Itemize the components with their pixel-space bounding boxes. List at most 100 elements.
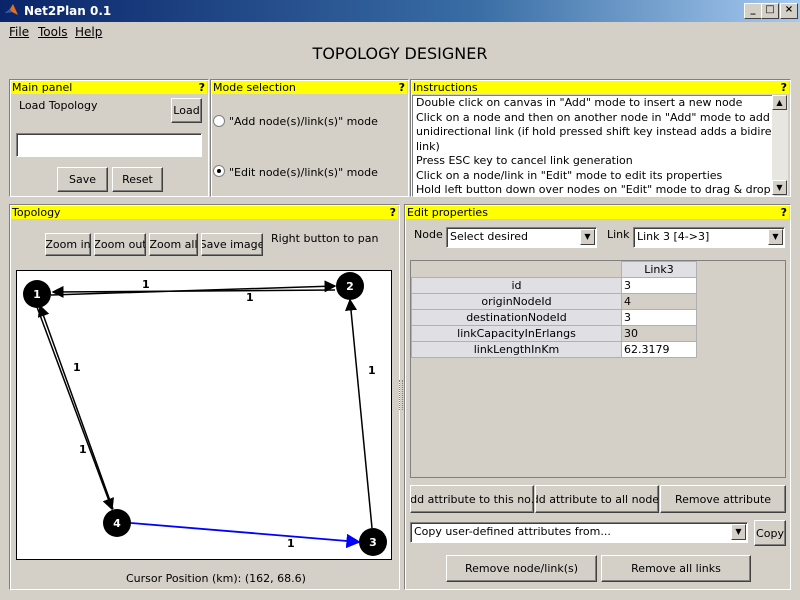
instructions-scrollbar[interactable]: ▲ ▼ — [772, 95, 788, 195]
save-button[interactable]: Save — [57, 167, 108, 192]
row-header: id — [411, 277, 622, 294]
help-icon[interactable]: ? — [390, 206, 396, 219]
table-row: id 3 — [411, 277, 697, 294]
load-button[interactable]: Load — [171, 98, 202, 123]
instructions-header: Instructions? — [412, 81, 789, 94]
corner-cell — [411, 261, 622, 278]
link-label: 1 — [73, 361, 81, 374]
reset-button[interactable]: Reset — [112, 167, 163, 192]
instruction-line: Double click on canvas in "Add" mode to … — [416, 96, 743, 109]
node-label: Node — [414, 228, 443, 241]
node-label: 1 — [33, 288, 41, 301]
window-title: Net2Plan 0.1 — [24, 4, 112, 18]
table-row: originNodeId 4 — [411, 293, 697, 310]
node-select[interactable]: Select desired ▼ — [446, 227, 597, 248]
link-select-value: Link 3 [4->3] — [637, 230, 710, 243]
maximize-button[interactable]: □ — [761, 3, 779, 19]
remove-all-links-button[interactable]: Remove all links — [601, 555, 751, 582]
cursor-position: Cursor Position (km): (162, 68.6) — [126, 572, 306, 585]
table-row: linkLengthInKm 62.3179 — [411, 341, 697, 358]
node-select-value: Select desired — [450, 230, 528, 243]
instruction-line: unidirectional link (if hold pressed shi… — [416, 125, 774, 138]
menu-help[interactable]: Help — [75, 25, 102, 39]
instruction-line: Press ESC key to cancel link generation — [416, 154, 633, 167]
matlab-logo-icon — [5, 4, 18, 15]
pan-hint: Right button to pan — [271, 232, 379, 245]
title-bar: Net2Plan 0.1 _ □ × — [0, 0, 800, 22]
link-label: Link — [607, 228, 630, 241]
add-mode-radio[interactable] — [213, 115, 225, 127]
scroll-up-icon[interactable]: ▲ — [772, 95, 787, 110]
mode-selection-header: Mode selection? — [212, 81, 407, 94]
link-label: 1 — [79, 443, 87, 456]
remove-node-link-button[interactable]: Remove node/link(s) — [446, 555, 597, 582]
save-image-button[interactable]: Save image — [201, 233, 263, 256]
load-topology-label: Load Topology — [19, 99, 98, 112]
copy-button[interactable]: Copy — [754, 520, 786, 546]
instruction-line: Hold left button down over nodes on "Edi… — [416, 183, 774, 196]
link-1-4[interactable] — [36, 306, 114, 511]
link-label: 1 — [287, 537, 295, 550]
zoom-out-button[interactable]: Zoom out — [94, 233, 146, 256]
cell-value[interactable]: 4 — [621, 293, 697, 310]
topology-header: Topology? — [11, 206, 398, 219]
chevron-down-icon[interactable]: ▼ — [731, 524, 746, 540]
table-row: destinationNodeId 3 — [411, 309, 697, 326]
column-header: Link3 — [621, 261, 697, 278]
help-icon[interactable]: ? — [399, 81, 405, 94]
mode-selection-panel: Mode selection? — [210, 79, 409, 197]
link-label: 1 — [246, 291, 254, 304]
cell-value[interactable]: 3 — [621, 277, 697, 294]
zoom-all-button[interactable]: Zoom all — [149, 233, 198, 256]
help-icon[interactable]: ? — [781, 81, 787, 94]
node-label: 4 — [113, 517, 121, 530]
table-row: linkCapacityInErlangs 30 — [411, 325, 697, 342]
instructions-text: Double click on canvas in "Add" mode to … — [412, 95, 774, 197]
splitter-handle[interactable] — [399, 380, 403, 410]
node-2[interactable]: 2 — [336, 272, 364, 300]
topology-graph[interactable]: 1 1 1 1 1 1 1 2 3 4 — [17, 271, 391, 559]
close-button[interactable]: × — [780, 3, 798, 19]
add-attribute-all-button[interactable]: Add attribute to all node... — [535, 485, 659, 513]
minimize-button[interactable]: _ — [744, 3, 762, 19]
link-3-2[interactable] — [345, 298, 373, 529]
node-label: 3 — [369, 536, 377, 549]
link-4-3-selected[interactable] — [130, 522, 361, 549]
add-attribute-this-button[interactable]: Add attribute to this no... — [410, 485, 534, 513]
menu-bar: File Tools Help — [0, 22, 800, 42]
row-header: originNodeId — [411, 293, 622, 310]
copy-attributes-value: Copy user-defined attributes from... — [414, 525, 611, 538]
link-4-1[interactable] — [37, 304, 114, 510]
scroll-down-icon[interactable]: ▼ — [772, 180, 787, 195]
add-mode-label[interactable]: "Add node(s)/link(s)" mode — [229, 115, 378, 128]
row-header: destinationNodeId — [411, 309, 622, 326]
properties-table: Link3 id 3 originNodeId 4 destinationNod… — [411, 261, 697, 358]
topology-file-field[interactable] — [16, 133, 202, 157]
node-3[interactable]: 3 — [359, 528, 387, 556]
cell-value[interactable]: 30 — [621, 325, 697, 342]
edit-mode-radio[interactable] — [213, 165, 225, 177]
node-1[interactable]: 1 — [23, 280, 51, 308]
link-label: 1 — [368, 364, 376, 377]
help-icon[interactable]: ? — [781, 206, 787, 219]
menu-file[interactable]: File — [9, 25, 29, 39]
node-4[interactable]: 4 — [103, 509, 131, 537]
instruction-line: link) — [416, 139, 440, 153]
edit-properties-header: Edit properties? — [406, 206, 789, 219]
cell-value[interactable]: 3 — [621, 309, 697, 326]
copy-attributes-select[interactable]: Copy user-defined attributes from... ▼ — [410, 522, 748, 543]
remove-attribute-button[interactable]: Remove attribute — [660, 485, 786, 513]
menu-tools[interactable]: Tools — [38, 25, 68, 39]
cell-value[interactable]: 62.3179 — [621, 341, 697, 358]
help-icon[interactable]: ? — [199, 81, 205, 94]
chevron-down-icon[interactable]: ▼ — [580, 229, 595, 245]
link-select[interactable]: Link 3 [4->3] ▼ — [633, 227, 785, 248]
row-header: linkCapacityInErlangs — [411, 325, 622, 342]
topology-canvas[interactable]: 1 1 1 1 1 1 1 2 3 4 — [16, 270, 392, 560]
link-2-1[interactable] — [51, 285, 336, 298]
zoom-in-button[interactable]: Zoom in — [45, 233, 91, 256]
edit-mode-label[interactable]: "Edit node(s)/link(s)" mode — [229, 166, 378, 179]
link-label: 1 — [142, 278, 150, 291]
main-panel-header: Main panel? — [11, 81, 207, 94]
chevron-down-icon[interactable]: ▼ — [768, 229, 783, 245]
